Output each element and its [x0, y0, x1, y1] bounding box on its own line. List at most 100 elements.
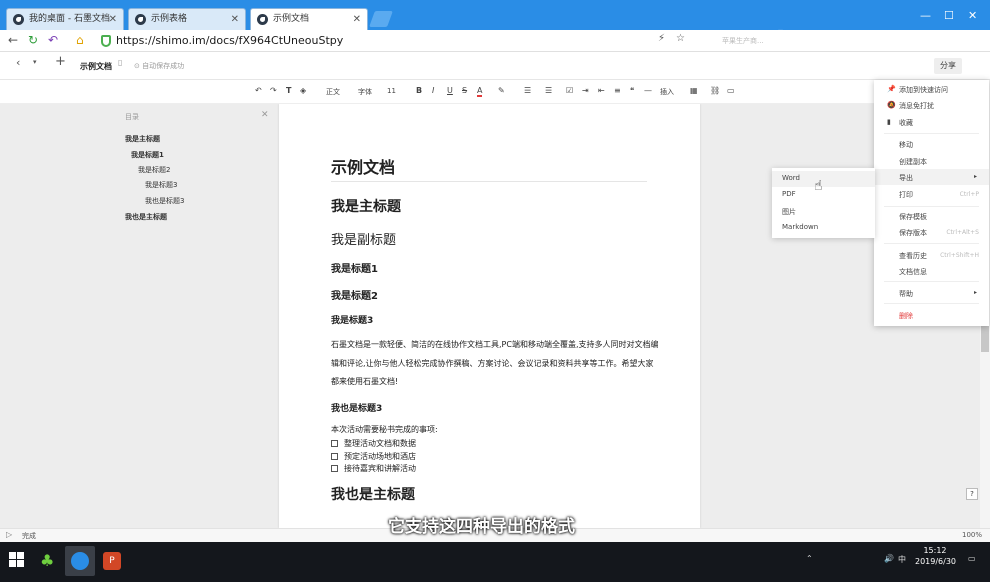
- zoom-level[interactable]: 100%: [962, 531, 982, 539]
- flash-icon[interactable]: ⚡: [658, 33, 665, 44]
- menu-item-print[interactable]: 打印: [899, 190, 913, 200]
- undo-icon[interactable]: ↶: [255, 86, 262, 95]
- menu-item-save-template[interactable]: 保存模板: [899, 212, 927, 222]
- tab-sample-doc[interactable]: 示例文档 ✕: [250, 8, 368, 30]
- table-icon[interactable]: ▦: [690, 86, 698, 95]
- heading-main-2[interactable]: 我也是主标题: [331, 484, 415, 504]
- notification-icon[interactable]: ▭: [968, 554, 976, 563]
- paragraph-line[interactable]: 辑和评论,让你与他人轻松完成协作撰稿、方案讨论、会议记录和资料共享等工作。希望大…: [331, 358, 654, 369]
- align-icon[interactable]: ≡: [614, 86, 621, 95]
- outline-item[interactable]: 我也是标题3: [145, 196, 184, 206]
- bold-icon[interactable]: B: [416, 86, 422, 95]
- close-tab-icon[interactable]: ✕: [231, 9, 239, 30]
- menu-item-copy[interactable]: 创建副本: [899, 157, 927, 167]
- underline-icon[interactable]: U: [447, 86, 453, 95]
- indent-icon[interactable]: ⇥: [582, 86, 589, 95]
- outline-item[interactable]: 我是标题3: [145, 180, 177, 190]
- export-pdf[interactable]: PDF: [782, 190, 796, 198]
- checkbox[interactable]: [331, 440, 338, 447]
- todo-item[interactable]: 预定活动场地和酒店: [331, 451, 416, 462]
- document-title[interactable]: 示例文档: [331, 154, 395, 178]
- highlight-icon[interactable]: ✎: [498, 86, 505, 95]
- tab-my-desktop[interactable]: 我的桌面 - 石墨文档 ✕: [6, 8, 124, 30]
- text-color-icon[interactable]: A: [477, 86, 483, 97]
- close-tab-icon[interactable]: ✕: [353, 9, 361, 30]
- font-size-select[interactable]: 11: [387, 87, 396, 95]
- star-icon[interactable]: ☆: [676, 33, 685, 44]
- outline-item[interactable]: 我是标题1: [131, 150, 164, 160]
- tray-expand-icon[interactable]: ⌃: [806, 554, 813, 563]
- font-family-select[interactable]: 字体: [358, 87, 372, 97]
- checkbox[interactable]: [331, 453, 338, 460]
- ordered-list-icon[interactable]: ☰: [524, 86, 531, 95]
- ime-indicator[interactable]: 中: [898, 554, 906, 565]
- menu-item-favorite[interactable]: 收藏: [899, 118, 913, 128]
- menu-item-pin[interactable]: 添加到快速访问: [899, 85, 948, 95]
- close-tab-icon[interactable]: ✕: [109, 9, 117, 30]
- todo-item[interactable]: 整理活动文档和数据: [331, 438, 416, 449]
- chevron-left-icon[interactable]: ‹: [16, 56, 20, 69]
- reload-icon[interactable]: ↻: [28, 33, 38, 47]
- home-icon[interactable]: ⌂: [76, 33, 84, 47]
- comment-icon[interactable]: ▭: [727, 86, 735, 95]
- todo-intro[interactable]: 本次活动需要秘书完成的事项:: [331, 424, 438, 435]
- clover-app-icon[interactable]: ♣: [33, 546, 63, 576]
- menu-item-mute[interactable]: 消息免打扰: [899, 101, 934, 111]
- menu-item-move[interactable]: 移动: [899, 140, 913, 150]
- back-icon[interactable]: ←: [8, 33, 18, 47]
- heading-sub[interactable]: 我是副标题: [331, 229, 396, 248]
- redo-icon[interactable]: ↷: [270, 86, 277, 95]
- chevron-down-icon[interactable]: ▾: [33, 58, 37, 66]
- heading-2[interactable]: 我是标题2: [331, 287, 378, 302]
- export-markdown[interactable]: Markdown: [782, 223, 818, 231]
- heading-main[interactable]: 我是主标题: [331, 196, 401, 216]
- doc-title[interactable]: 示例文档: [80, 61, 112, 72]
- close-window-icon[interactable]: ✕: [968, 9, 977, 22]
- tab-sample-sheet[interactable]: 示例表格 ✕: [128, 8, 246, 30]
- paragraph-style-select[interactable]: 正文: [326, 87, 340, 97]
- heading-3[interactable]: 我是标题3: [331, 313, 373, 326]
- export-image[interactable]: 图片: [782, 207, 796, 217]
- scroll-thumb[interactable]: [981, 324, 989, 352]
- insert-menu[interactable]: 插入: [660, 87, 674, 97]
- powerpoint-app-icon[interactable]: P: [97, 546, 127, 576]
- new-tab-button[interactable]: [369, 11, 393, 27]
- menu-item-help[interactable]: 帮助: [899, 289, 913, 299]
- paragraph-line[interactable]: 石墨文档是一款轻便、简洁的在线协作文档工具,PC端和移动端全覆盖,支持多人同时对…: [331, 339, 659, 350]
- help-icon[interactable]: ?: [966, 488, 978, 500]
- bullet-list-icon[interactable]: ☰: [545, 86, 552, 95]
- browser-app-icon[interactable]: [65, 546, 95, 576]
- divider-icon[interactable]: —: [644, 86, 652, 95]
- strikethrough-icon[interactable]: S: [462, 86, 467, 95]
- quote-icon[interactable]: ❝: [630, 86, 634, 95]
- share-button[interactable]: 分享: [934, 58, 962, 74]
- todo-item[interactable]: 接待嘉宾和讲解活动: [331, 463, 416, 474]
- menu-item-save-version[interactable]: 保存版本: [899, 228, 927, 238]
- search-hint[interactable]: 苹果生产商...: [722, 36, 764, 46]
- volume-icon[interactable]: 🔊: [884, 554, 894, 563]
- undo-close-icon[interactable]: ↶: [48, 33, 58, 47]
- menu-item-export[interactable]: 导出: [899, 173, 913, 183]
- clear-format-icon[interactable]: ◈: [300, 86, 306, 95]
- minimize-icon[interactable]: —: [920, 9, 931, 22]
- menu-item-history[interactable]: 查看历史: [899, 251, 927, 261]
- outdent-icon[interactable]: ⇤: [598, 86, 605, 95]
- outline-item[interactable]: 我是标题2: [138, 165, 170, 175]
- outline-item[interactable]: 我是主标题: [125, 134, 160, 144]
- document-page[interactable]: 示例文档 我是主标题 我是副标题 我是标题1 我是标题2 我是标题3 石墨文档是…: [279, 104, 700, 528]
- url-field[interactable]: https://shimo.im/docs/fX964CtUneouStpy: [116, 34, 343, 47]
- outline-item[interactable]: 我也是主标题: [125, 212, 167, 222]
- link-icon[interactable]: ⛓: [710, 86, 720, 95]
- menu-item-doc-info[interactable]: 文档信息: [899, 267, 927, 277]
- maximize-icon[interactable]: ☐: [944, 9, 954, 22]
- windows-start-icon[interactable]: [9, 552, 25, 568]
- format-painter-icon[interactable]: T: [286, 86, 291, 95]
- system-clock[interactable]: 15:12 2019/6/30: [915, 545, 956, 567]
- add-icon[interactable]: +: [55, 54, 66, 69]
- bookmark-icon[interactable]: ▯: [118, 58, 122, 67]
- checkbox[interactable]: [331, 465, 338, 472]
- export-word[interactable]: Word: [782, 174, 800, 182]
- italic-icon[interactable]: I: [432, 86, 434, 95]
- paragraph-line[interactable]: 都来使用石墨文档!: [331, 376, 398, 387]
- checklist-icon[interactable]: ☑: [566, 86, 573, 95]
